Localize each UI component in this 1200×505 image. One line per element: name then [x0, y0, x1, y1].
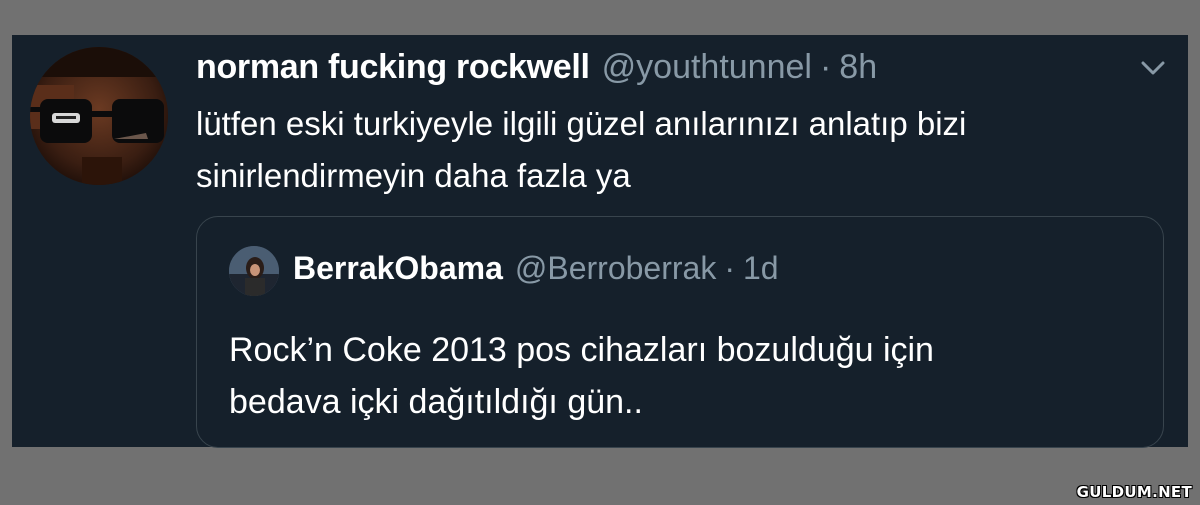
display-name[interactable]: norman fucking rockwell	[196, 48, 590, 87]
user-avatar[interactable]	[30, 47, 168, 185]
quoted-timestamp[interactable]: 1d	[743, 250, 779, 287]
quoted-tweet-text: Rock’n Coke 2013 pos cihazları bozulduğu…	[229, 324, 1129, 428]
timestamp[interactable]: 8h	[839, 48, 877, 87]
quoted-handle[interactable]: @Berroberrak	[515, 250, 716, 287]
quoted-text-line: Rock’n Coke 2013 pos cihazları bozulduğu…	[229, 331, 934, 369]
quoted-display-name[interactable]: BerrakObama	[293, 250, 503, 287]
tweet-header: norman fucking rockwell @youthtunnel · 8…	[196, 48, 877, 87]
quoted-tweet-header: BerrakObama @Berroberrak · 1d	[293, 250, 779, 287]
quoted-separator: ·	[724, 250, 735, 286]
quoted-text-line: bedava içki dağıtıldığı gün..	[229, 383, 643, 421]
handle[interactable]: @youthtunnel	[602, 48, 812, 87]
quoted-user-avatar[interactable]	[229, 246, 279, 296]
separator: ·	[819, 48, 832, 86]
chevron-down-icon[interactable]	[1136, 54, 1170, 82]
tweet-text: lütfen eski turkiyeyle ilgili güzel anıl…	[196, 98, 1166, 202]
site-watermark: GULDUM.NET	[1076, 483, 1192, 501]
tweet-text-line: sinirlendirmeyin daha fazla ya	[196, 157, 631, 194]
tweet-text-line: lütfen eski turkiyeyle ilgili güzel anıl…	[196, 105, 967, 142]
quoted-tweet[interactable]: BerrakObama @Berroberrak · 1d Rock’n Cok…	[196, 216, 1164, 448]
